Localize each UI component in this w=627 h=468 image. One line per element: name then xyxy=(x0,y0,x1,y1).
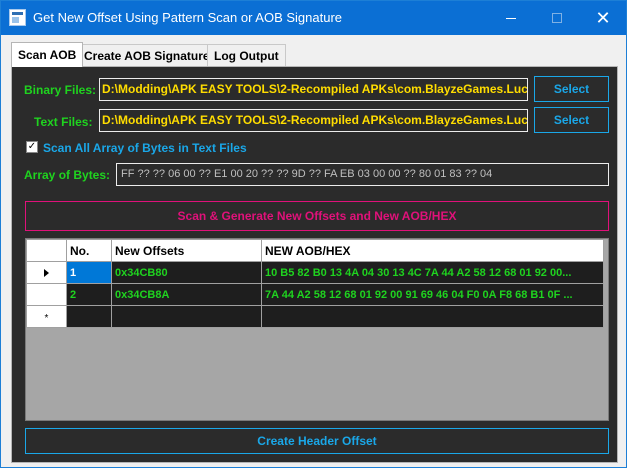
create-header-offset-button[interactable]: Create Header Offset xyxy=(25,428,609,454)
tab-log-output[interactable]: Log Output xyxy=(207,44,286,66)
close-icon: ✕ xyxy=(595,7,611,28)
cell-offset[interactable] xyxy=(111,305,262,328)
cell-offset[interactable]: 0x34CB80 xyxy=(111,261,262,284)
scan-aob-panel: Binary Files: D:\Modding\APK EASY TOOLS\… xyxy=(11,66,618,463)
current-row-arrow-icon xyxy=(44,268,49,277)
row-header[interactable] xyxy=(26,261,67,284)
binary-select-button[interactable]: Select xyxy=(534,76,609,102)
array-of-bytes-label: Array of Bytes: xyxy=(24,168,111,182)
text-select-button[interactable]: Select xyxy=(534,107,609,133)
array-of-bytes-input[interactable]: FF ?? ?? 06 00 ?? E1 00 20 ?? ?? 9D ?? F… xyxy=(116,163,609,186)
table-row[interactable]: 2 0x34CB8A 7A 44 A2 58 12 68 01 92 00 91… xyxy=(26,283,604,306)
row-header[interactable]: * xyxy=(26,305,67,328)
text-files-label: Text Files: xyxy=(34,115,93,129)
scan-all-checkbox[interactable]: ✓ xyxy=(26,141,38,153)
table-row[interactable]: 1 0x34CB80 10 B5 82 B0 13 4A 04 30 13 4C… xyxy=(26,261,604,284)
title-bar[interactable]: Get New Offset Using Pattern Scan or AOB… xyxy=(1,1,626,35)
scan-generate-button[interactable]: Scan & Generate New Offsets and New AOB/… xyxy=(25,201,609,231)
cell-no[interactable]: 2 xyxy=(66,283,112,306)
tab-scan-aob[interactable]: Scan AOB xyxy=(11,42,84,67)
tab-create-aob-signature[interactable]: Create AOB Signature xyxy=(77,44,217,66)
minimize-button[interactable] xyxy=(488,1,534,35)
maximize-button[interactable] xyxy=(534,1,580,35)
column-header-new-aob-hex[interactable]: NEW AOB/HEX xyxy=(261,239,604,262)
cell-no[interactable] xyxy=(66,305,112,328)
new-row[interactable]: * xyxy=(26,305,604,328)
binary-files-input[interactable]: D:\Modding\APK EASY TOOLS\2-Recompiled A… xyxy=(99,78,528,101)
cell-aob[interactable]: 7A 44 A2 58 12 68 01 92 00 91 69 46 04 F… xyxy=(261,283,604,306)
results-grid[interactable]: No. New Offsets NEW AOB/HEX 1 0x34CB80 1… xyxy=(25,238,609,421)
row-header-corner xyxy=(26,239,67,262)
minimize-icon xyxy=(506,17,516,19)
row-header[interactable] xyxy=(26,283,67,306)
cell-no[interactable]: 1 xyxy=(66,261,112,284)
binary-files-label: Binary Files: xyxy=(24,83,97,97)
close-button[interactable]: ✕ xyxy=(580,1,626,35)
app-window: Get New Offset Using Pattern Scan or AOB… xyxy=(0,0,627,468)
cell-offset[interactable]: 0x34CB8A xyxy=(111,283,262,306)
column-header-no[interactable]: No. xyxy=(66,239,112,262)
header-row: No. New Offsets NEW AOB/HEX xyxy=(26,239,604,262)
new-row-icon: * xyxy=(44,312,49,324)
results-table: No. New Offsets NEW AOB/HEX 1 0x34CB80 1… xyxy=(26,239,604,328)
app-icon xyxy=(9,9,26,26)
column-header-new-offsets[interactable]: New Offsets xyxy=(111,239,262,262)
window-title: Get New Offset Using Pattern Scan or AOB… xyxy=(33,10,343,25)
text-files-input[interactable]: D:\Modding\APK EASY TOOLS\2-Recompiled A… xyxy=(99,109,528,132)
scan-all-label[interactable]: Scan All Array of Bytes in Text Files xyxy=(43,141,247,155)
maximize-icon xyxy=(552,13,562,23)
cell-aob[interactable]: 10 B5 82 B0 13 4A 04 30 13 4C 7A 44 A2 5… xyxy=(261,261,604,284)
cell-aob[interactable] xyxy=(261,305,604,328)
